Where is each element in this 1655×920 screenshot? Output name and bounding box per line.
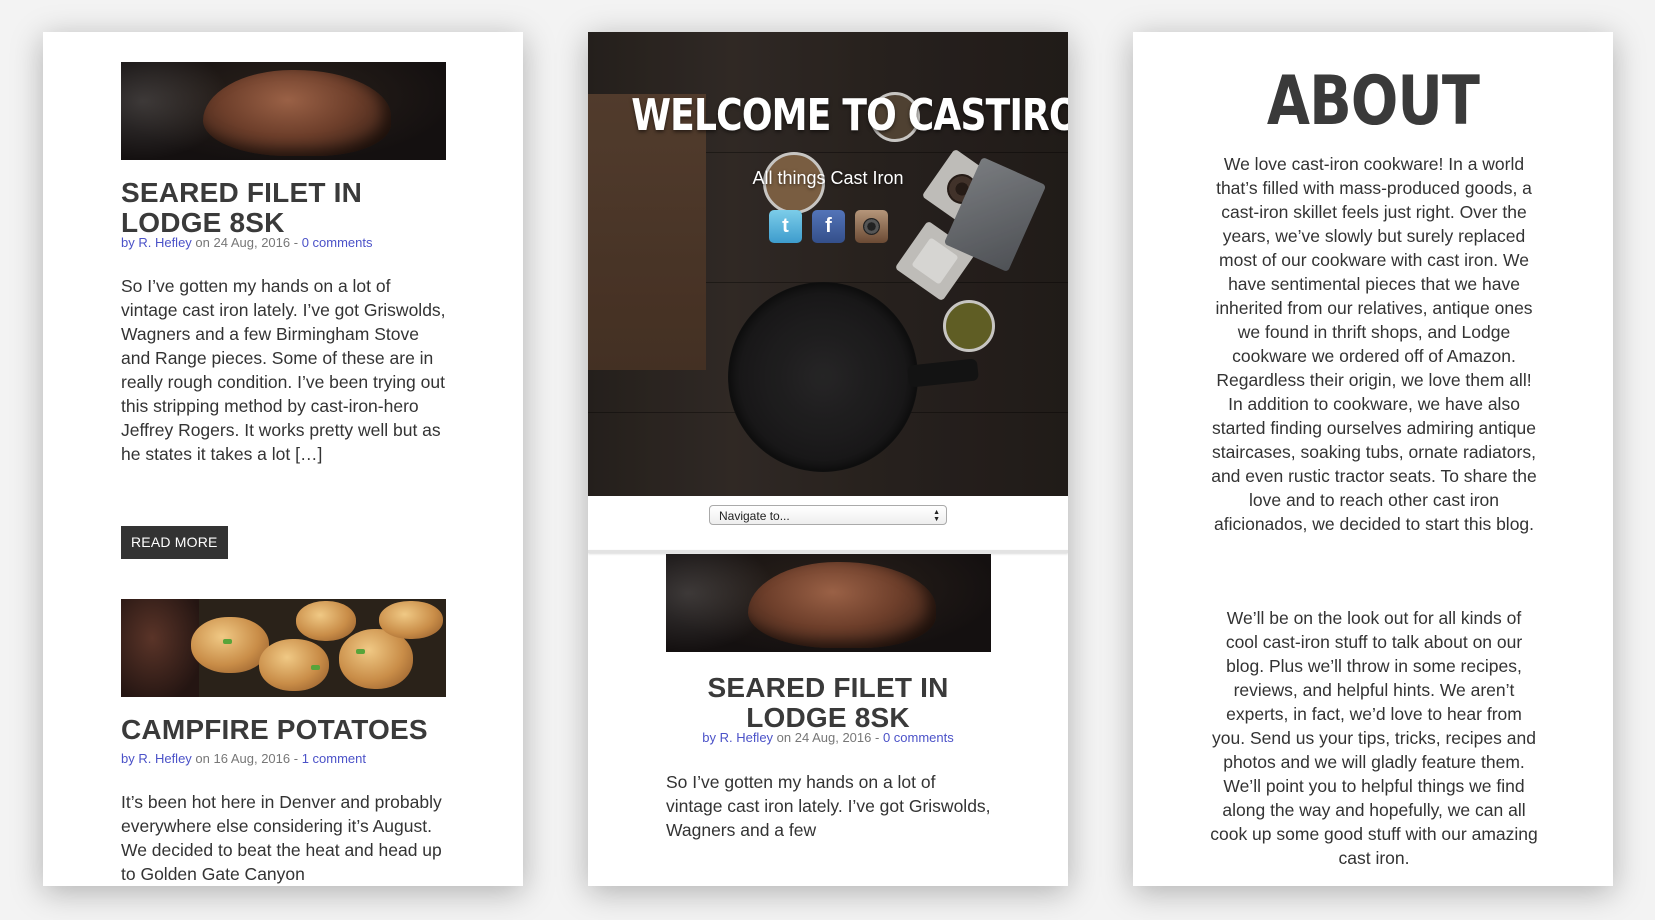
about-paragraph: We love cast-iron cookware! In a world t… [1211,154,1537,534]
facebook-glyph: f [825,215,832,237]
herb-graphic [311,665,320,670]
comments-link[interactable]: 0 comments [302,235,373,250]
steak-graphic [748,562,936,648]
post-title[interactable]: SEARED FILET IN LODGE 8SK [121,178,451,238]
post-image-seared-filet[interactable] [666,554,991,652]
hero-banner: WELCOME TO CASTIRONED All things Cast Ir… [588,32,1068,496]
site-title: WELCOME TO CASTIRONED [631,90,1068,141]
select-arrows-icon: ▲ ▼ [933,509,940,523]
about-paragraph: We’ll be on the look out for all kinds o… [1210,608,1538,868]
camera-lens-graphic [863,218,880,235]
comments-link[interactable]: 0 comments [883,730,954,745]
post-meta: by R. Hefley on 16 Aug, 2016 - 1 comment [121,751,366,766]
twitter-glyph: t [782,215,789,237]
comments-link[interactable]: 1 comment [302,751,366,766]
middle-screenshot-panel: WELCOME TO CASTIRONED All things Cast Ir… [588,32,1068,886]
post-meta: by R. Hefley on 24 Aug, 2016 - 0 comment… [588,730,1068,745]
facebook-icon[interactable]: f [812,210,845,243]
navigation-select-value: Navigate to... [719,509,790,523]
steak-graphic [203,70,391,156]
post-excerpt: So I’ve gotten my hands on a lot of vint… [666,772,991,840]
author-link[interactable]: by R. Hefley [121,235,192,250]
potato-graphic [379,601,443,639]
about-title: ABOUT [1266,62,1480,141]
meat-graphic [121,599,199,697]
post-date: on 24 Aug, 2016 - [773,730,883,745]
post-image-seared-filet[interactable] [121,62,446,160]
post-excerpt: It’s been hot here in Denver and probabl… [121,792,442,884]
potato-graphic [191,617,269,673]
header-divider [588,550,1068,553]
instagram-icon[interactable] [855,210,888,243]
right-screenshot-panel: ABOUT We love cast-iron cookware! In a w… [1133,32,1613,886]
post-image-campfire-potatoes[interactable] [121,599,446,697]
twitter-icon[interactable]: t [769,210,802,243]
herb-graphic [223,639,232,644]
post-excerpt: So I’ve gotten my hands on a lot of vint… [121,276,446,464]
site-tagline: All things Cast Iron [752,168,904,188]
author-link[interactable]: by R. Hefley [121,751,192,766]
author-link[interactable]: by R. Hefley [702,730,773,745]
post-date: on 16 Aug, 2016 - [191,751,302,766]
left-screenshot-panel: SEARED FILET IN LODGE 8SK by R. Hefley o… [43,32,523,886]
navigation-select[interactable]: Navigate to... ▲ ▼ [709,505,947,525]
post-title[interactable]: CAMPFIRE POTATOES [121,715,451,745]
read-more-button[interactable]: READ MORE [121,526,228,559]
post-date: on 24 Aug, 2016 - [191,235,302,250]
herb-graphic [356,649,365,654]
post-title[interactable]: SEARED FILET IN LODGE 8SK [663,673,993,733]
potato-graphic [296,601,356,641]
post-meta: by R. Hefley on 24 Aug, 2016 - 0 comment… [121,235,373,250]
